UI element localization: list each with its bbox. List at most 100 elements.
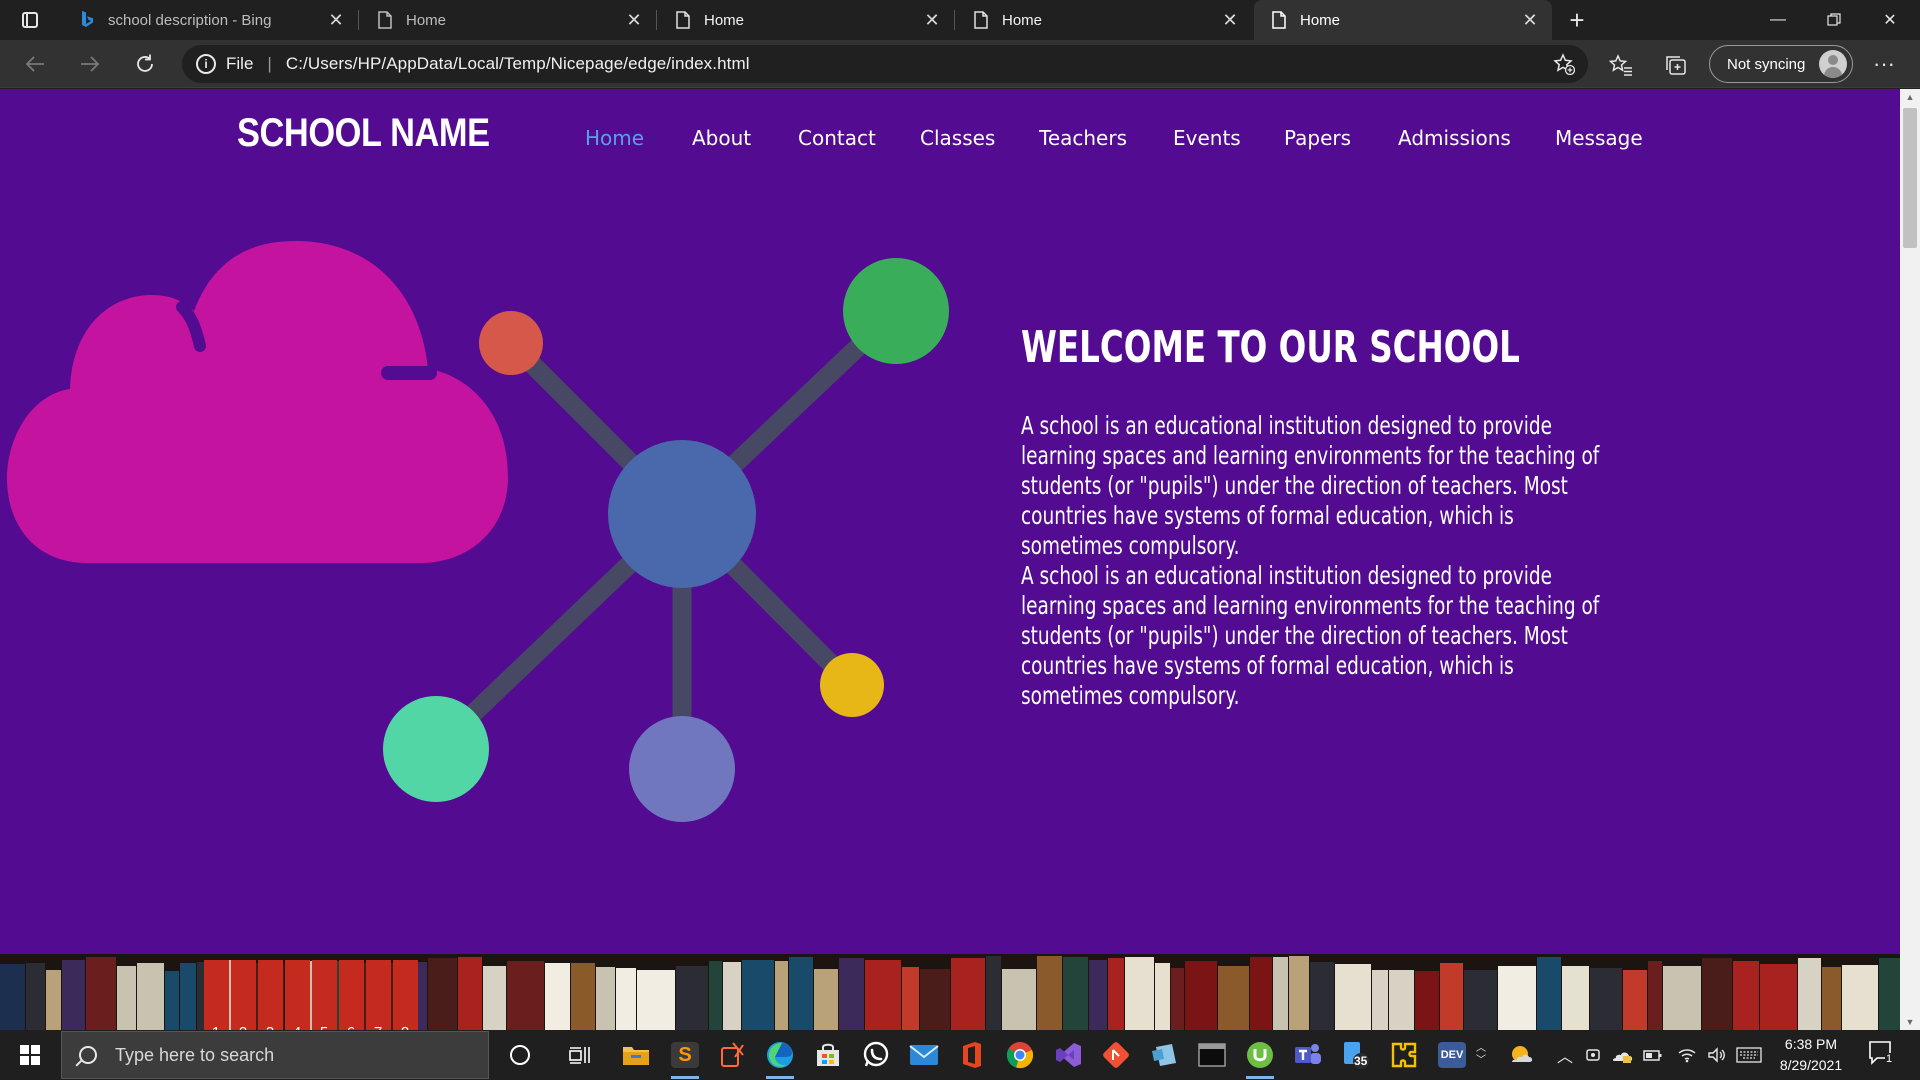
intro-text: A school is an educational institution d… xyxy=(1021,411,1620,711)
cortana-icon[interactable] xyxy=(500,1035,540,1075)
book-spine xyxy=(26,963,45,1030)
tab-home-active[interactable]: Home ✕ xyxy=(1254,0,1552,40)
show-hidden-icons[interactable]: ︿ xyxy=(1553,1035,1577,1075)
scroll-up-icon[interactable]: ▲ xyxy=(1904,91,1916,103)
nav-admissions[interactable]: Admissions xyxy=(1398,126,1511,150)
nav-classes[interactable]: Classes xyxy=(920,126,995,150)
whatsapp-icon[interactable] xyxy=(856,1035,896,1075)
book-spine xyxy=(165,971,179,1030)
start-button[interactable] xyxy=(10,1035,50,1075)
puzzle-icon[interactable] xyxy=(1384,1035,1424,1075)
book-spine xyxy=(709,961,722,1030)
tab-actions-button[interactable] xyxy=(12,6,48,34)
minimize-button[interactable]: — xyxy=(1750,0,1806,40)
notification-count: 1 xyxy=(1885,1053,1894,1065)
notepad-icon[interactable] xyxy=(1144,1035,1184,1075)
utorrent-icon[interactable] xyxy=(1240,1035,1280,1079)
book-spine xyxy=(1798,958,1821,1030)
meet-now-icon[interactable] xyxy=(1580,1035,1606,1075)
book-spine xyxy=(951,958,985,1030)
battery-icon[interactable] xyxy=(1640,1035,1666,1075)
address-bar[interactable]: i File | C:/Users/HP/AppData/Local/Temp/… xyxy=(182,45,1588,83)
visual-studio-icon[interactable] xyxy=(1048,1035,1088,1075)
windows-icon xyxy=(20,1045,40,1065)
close-window-button[interactable]: ✕ xyxy=(1862,0,1918,40)
office-icon[interactable] xyxy=(952,1035,992,1075)
back-button[interactable] xyxy=(17,48,53,80)
book-spine xyxy=(1289,956,1309,1030)
dev-icon[interactable]: DEV xyxy=(1432,1035,1472,1075)
files-icon[interactable]: 35 xyxy=(1336,1035,1376,1075)
nav-teachers[interactable]: Teachers xyxy=(1039,126,1127,150)
sublime-text-icon[interactable]: S xyxy=(665,1035,705,1079)
book-spine xyxy=(986,956,1001,1030)
book-spine xyxy=(86,957,116,1030)
teams-icon[interactable] xyxy=(1288,1035,1328,1075)
nav-events[interactable]: Events xyxy=(1173,126,1241,150)
chrome-icon[interactable] xyxy=(1000,1035,1040,1075)
scrollbar-thumb[interactable] xyxy=(1903,108,1917,248)
book-spine xyxy=(1842,965,1878,1030)
browser-toolbar: i File | C:/Users/HP/AppData/Local/Temp/… xyxy=(0,40,1920,88)
profile-sync-button[interactable]: Not syncing xyxy=(1709,45,1853,83)
terminal-icon[interactable] xyxy=(1192,1035,1232,1075)
snip-sketch-icon[interactable] xyxy=(713,1035,753,1075)
volume-icon[interactable] xyxy=(1704,1035,1730,1075)
tab-home-3[interactable]: Home ✕ xyxy=(956,0,1252,40)
page-scrollbar[interactable]: ▲ ▼ xyxy=(1900,89,1920,1030)
taskbar-search-input[interactable]: Type here to search xyxy=(61,1031,489,1079)
info-icon[interactable]: i xyxy=(196,54,216,74)
badge-count: 35 xyxy=(1354,1054,1368,1068)
restore-icon xyxy=(1827,13,1841,26)
scroll-down-icon[interactable]: ▼ xyxy=(1904,1016,1916,1028)
taskbar-scroll-icon[interactable]: ︿ ﹀ xyxy=(1470,1035,1492,1075)
more-menu-icon[interactable]: ··· xyxy=(1868,49,1900,79)
site-logo-text[interactable]: SCHOOL NAME xyxy=(237,111,490,156)
nav-message[interactable]: Message xyxy=(1555,126,1643,150)
collections-icon[interactable] xyxy=(1661,50,1691,80)
avatar xyxy=(1819,50,1847,78)
close-tab-icon[interactable]: ✕ xyxy=(620,6,648,34)
close-tab-icon[interactable]: ✕ xyxy=(1516,6,1544,34)
edge-icon[interactable] xyxy=(760,1035,800,1079)
tab-home-1[interactable]: Home ✕ xyxy=(360,0,657,40)
book-spine xyxy=(1171,968,1184,1030)
nav-about[interactable]: About xyxy=(692,126,751,150)
keyboard-icon[interactable] xyxy=(1734,1035,1764,1075)
notification-icon[interactable]: 1 xyxy=(1868,1039,1898,1071)
favorites-icon[interactable] xyxy=(1606,50,1636,80)
tab-actions-icon xyxy=(22,12,38,28)
nav-contact[interactable]: Contact xyxy=(798,126,876,150)
close-tab-icon[interactable]: ✕ xyxy=(1216,6,1244,34)
add-favorite-icon[interactable] xyxy=(1552,52,1576,76)
task-view-icon[interactable] xyxy=(560,1035,600,1075)
close-tab-icon[interactable]: ✕ xyxy=(322,6,350,34)
nav-home[interactable]: Home xyxy=(585,126,644,150)
file-explorer-icon[interactable] xyxy=(616,1035,656,1075)
book-spine xyxy=(180,963,196,1030)
tab-bing[interactable]: school description - Bing ✕ xyxy=(62,0,359,40)
node-red xyxy=(479,311,543,375)
mail-icon[interactable] xyxy=(904,1035,944,1075)
weather-icon[interactable] xyxy=(1504,1035,1538,1075)
new-tab-button[interactable]: + xyxy=(1560,0,1594,40)
git-icon[interactable] xyxy=(1096,1035,1136,1075)
cloud-shape xyxy=(7,241,508,563)
forward-arrow-icon xyxy=(81,56,100,72)
store-icon[interactable] xyxy=(808,1035,848,1075)
onedrive-icon[interactable] xyxy=(1608,1035,1636,1075)
book-spine xyxy=(1623,970,1647,1030)
nav-papers[interactable]: Papers xyxy=(1284,126,1351,150)
taskbar-clock[interactable]: 6:38 PM 8/29/2021 xyxy=(1766,1034,1856,1076)
forward-button[interactable] xyxy=(72,48,108,80)
restore-button[interactable] xyxy=(1806,0,1862,40)
book-spine xyxy=(920,969,950,1030)
close-tab-icon[interactable]: ✕ xyxy=(918,6,946,34)
refresh-button[interactable] xyxy=(127,48,163,80)
page-icon xyxy=(376,11,394,29)
clock-date: 8/29/2021 xyxy=(1779,1057,1843,1073)
tab-home-2[interactable]: Home ✕ xyxy=(658,0,955,40)
book-spine xyxy=(204,960,229,1030)
book-spine xyxy=(339,960,364,1030)
wifi-icon[interactable] xyxy=(1674,1035,1700,1075)
